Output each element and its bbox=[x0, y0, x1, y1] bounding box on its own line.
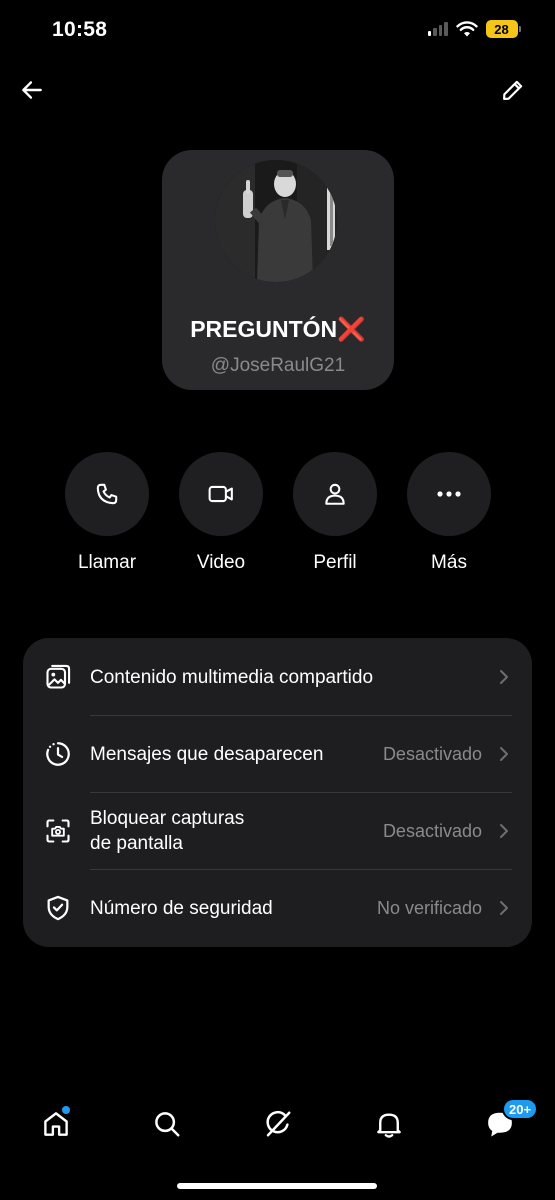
search-icon bbox=[155, 1112, 180, 1137]
block-screenshots-row[interactable]: Bloquear capturas de pantalla Desactivad… bbox=[23, 792, 532, 870]
chevron-right-icon bbox=[496, 823, 512, 839]
block-screenshots-label-line1: Bloquear capturas bbox=[90, 808, 245, 829]
screenshot-camera-icon bbox=[43, 816, 73, 846]
display-name-text: PREGUNTÓN bbox=[190, 316, 338, 342]
video-camera-icon bbox=[208, 485, 233, 503]
disappearing-messages-value: Desactivado bbox=[382, 743, 482, 764]
block-screenshots-label-line2: de pantalla bbox=[90, 833, 183, 854]
home-indicator bbox=[177, 1183, 377, 1189]
wifi-icon bbox=[455, 21, 478, 37]
back-button[interactable] bbox=[16, 74, 48, 106]
profile-card: PREGUNTÓN❌ @JoseRaulG21 bbox=[162, 150, 394, 390]
battery-icon: 28 bbox=[485, 20, 521, 38]
nav-grok[interactable] bbox=[258, 1104, 298, 1144]
chevron-right-icon bbox=[496, 669, 512, 685]
block-screenshots-label: Bloquear capturas de pantalla bbox=[90, 806, 244, 856]
pencil-icon bbox=[503, 80, 523, 100]
display-name: PREGUNTÓN❌ bbox=[162, 316, 394, 343]
chevron-right-icon bbox=[496, 900, 512, 916]
nav-search[interactable] bbox=[147, 1104, 187, 1144]
status-icons: 28 bbox=[427, 20, 521, 38]
shared-media-label: Contenido multimedia compartido bbox=[90, 666, 374, 688]
call-label: Llamar bbox=[77, 552, 137, 573]
more-button[interactable]: Más bbox=[407, 452, 491, 574]
call-button[interactable]: Llamar bbox=[65, 452, 149, 574]
timer-clock-icon bbox=[43, 739, 73, 769]
profile-label: Perfil bbox=[313, 552, 357, 573]
avatar[interactable] bbox=[215, 160, 337, 282]
profile-button[interactable]: Perfil bbox=[293, 452, 377, 574]
bell-icon bbox=[377, 1113, 401, 1138]
status-time: 10:58 bbox=[52, 18, 108, 41]
battery-level: 28 bbox=[485, 20, 518, 38]
bottom-nav: 20+ bbox=[0, 1098, 555, 1150]
edit-button[interactable] bbox=[497, 74, 529, 106]
safety-number-value: No verificado bbox=[376, 897, 482, 918]
more-label: Más bbox=[431, 552, 467, 573]
block-screenshots-value: Desactivado bbox=[382, 820, 482, 841]
signal-icon bbox=[427, 22, 448, 36]
person-icon bbox=[325, 483, 345, 505]
disappearing-messages-row[interactable]: Mensajes que desaparecen Desactivado bbox=[23, 715, 532, 793]
chevron-right-icon bbox=[496, 746, 512, 762]
nav-messages[interactable]: 20+ bbox=[480, 1098, 539, 1144]
video-button[interactable]: Video bbox=[179, 452, 263, 574]
grok-icon bbox=[266, 1110, 291, 1137]
shield-check-icon bbox=[43, 893, 73, 923]
conversation-settings: Contenido multimedia compartido Mensajes… bbox=[23, 638, 532, 947]
user-handle: @JoseRaulG21 bbox=[210, 355, 346, 376]
more-dots-icon bbox=[437, 491, 461, 497]
arrow-left-icon bbox=[22, 81, 42, 99]
messages-badge: 20+ bbox=[502, 1098, 539, 1120]
home-notification-dot bbox=[62, 1106, 70, 1114]
media-gallery-icon bbox=[43, 662, 73, 692]
safety-number-row[interactable]: Número de seguridad No verificado bbox=[23, 869, 532, 947]
nav-home[interactable] bbox=[36, 1104, 76, 1144]
disappearing-messages-label: Mensajes que desaparecen bbox=[90, 743, 324, 765]
shared-media-row[interactable]: Contenido multimedia compartido bbox=[23, 638, 532, 716]
phone-icon bbox=[96, 483, 118, 505]
video-label: Video bbox=[196, 552, 246, 573]
cross-mark-icon: ❌ bbox=[337, 316, 366, 342]
nav-notifications[interactable] bbox=[369, 1104, 409, 1144]
safety-number-label: Número de seguridad bbox=[90, 897, 273, 919]
